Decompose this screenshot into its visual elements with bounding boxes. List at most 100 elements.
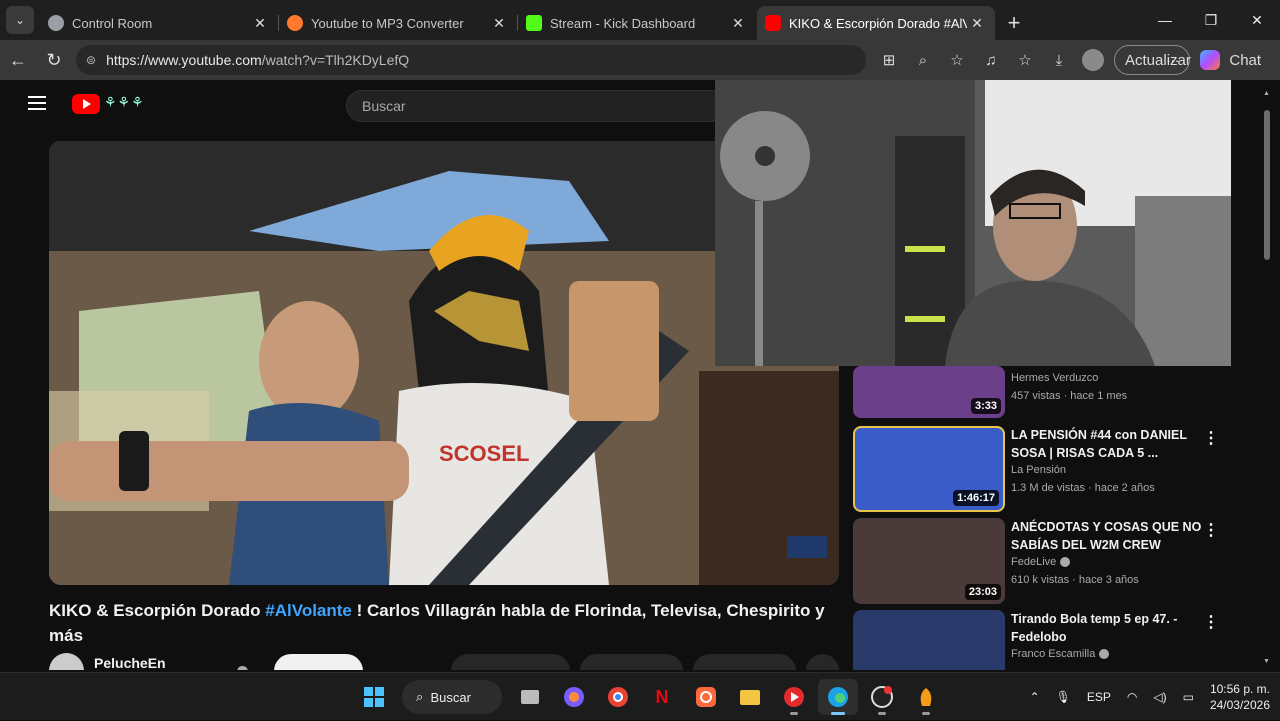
tab-title: Control Room xyxy=(72,15,153,31)
battery-icon[interactable]: ▭ xyxy=(1183,690,1194,704)
recommendation-item[interactable]: 3:33 Hermes Verduzco 457 vistas · hace 1… xyxy=(853,366,1268,418)
rec-meta: 457 vistas · hace 1 mes xyxy=(1011,390,1128,402)
copilot-icon[interactable] xyxy=(554,679,594,715)
share-button[interactable] xyxy=(579,654,683,670)
close-icon[interactable]: ✕ xyxy=(728,15,748,32)
wifi-icon[interactable]: ◠ xyxy=(1127,690,1137,704)
hashtag-link[interactable]: #AlVolante xyxy=(265,601,352,620)
reload-icon[interactable]: ↻ xyxy=(36,40,72,80)
youtube-logo-icon[interactable] xyxy=(72,94,100,114)
channel-row: PelucheEn ElEstuche xyxy=(49,653,839,670)
more-actions-button[interactable] xyxy=(805,654,839,670)
tab-actions-menu[interactable]: ⌄ xyxy=(0,0,40,40)
file-explorer-icon[interactable] xyxy=(730,679,770,715)
rec-channel[interactable]: Franco Escamilla xyxy=(1011,648,1110,660)
scroll-down-icon[interactable]: ▼ xyxy=(1263,658,1270,665)
webcam-image xyxy=(715,80,1231,366)
media-player-icon[interactable] xyxy=(774,679,814,715)
tab-control-room[interactable]: Control Room ✕ xyxy=(40,6,279,40)
menu-icon[interactable] xyxy=(28,96,46,110)
tab-youtube-mp3[interactable]: Youtube to MP3 Converter ✕ xyxy=(279,6,518,40)
video-thumbnail[interactable] xyxy=(853,610,1005,670)
downloads-icon[interactable]: ⤓ xyxy=(1042,52,1076,69)
close-icon[interactable]: ✕ xyxy=(489,15,509,32)
windows-taskbar: ⌕ Buscar N ⌃ 🎙 ESP ◠ ◁) ▭ 10:56 p. m. 24… xyxy=(0,672,1280,720)
favorites-icon[interactable]: ☆ xyxy=(1008,51,1042,69)
task-view-icon[interactable] xyxy=(510,679,550,715)
rec-channel[interactable]: Hermes Verduzco xyxy=(1011,372,1098,384)
url-path: /watch?v=Tlh2KDyLefQ xyxy=(261,52,410,68)
update-button[interactable]: Actualizar ··· xyxy=(1114,45,1191,75)
tab-kick-dashboard[interactable]: Stream - Kick Dashboard ✕ xyxy=(518,6,756,40)
taskbar-search[interactable]: ⌕ Buscar xyxy=(402,680,502,714)
rec-channel[interactable]: La Pensión xyxy=(1011,464,1066,476)
tab-title: Stream - Kick Dashboard xyxy=(550,15,696,31)
close-icon[interactable]: ✕ xyxy=(250,15,270,32)
address-bar[interactable]: ⊜ https://www.youtube.com/watch?v=Tlh2KD… xyxy=(76,45,866,75)
more-vert-icon[interactable]: ⋮ xyxy=(1203,612,1219,632)
clock-time: 10:56 p. m. xyxy=(1209,682,1270,696)
restore-icon[interactable]: ❐ xyxy=(1188,0,1234,40)
youtube-favicon-icon xyxy=(765,15,781,31)
tab-title: Youtube to MP3 Converter xyxy=(311,15,464,31)
favorite-star-icon[interactable]: ☆ xyxy=(940,51,974,69)
more-vert-icon[interactable]: ⋮ xyxy=(1203,520,1219,540)
recorder-app-icon[interactable] xyxy=(686,679,726,715)
verified-icon xyxy=(1060,557,1071,568)
svg-text:SCOSEL: SCOSEL xyxy=(439,441,529,466)
profile-avatar[interactable] xyxy=(1082,49,1104,71)
webcam-overlay xyxy=(715,80,1231,366)
scrollbar-thumb[interactable] xyxy=(1264,110,1270,260)
tab-youtube-video[interactable]: KIKO & Escorpión Dorado #AlVolante ✕ xyxy=(757,6,995,40)
volume-icon[interactable]: ◁) xyxy=(1153,690,1166,704)
duration-badge: 1:46:17 xyxy=(953,490,999,506)
chrome-icon[interactable] xyxy=(598,679,638,715)
download-button[interactable] xyxy=(692,654,796,670)
close-window-icon[interactable]: ✕ xyxy=(1234,0,1280,40)
site-info-icon[interactable]: ⊜ xyxy=(86,53,96,67)
video-thumbnail[interactable]: 3:33 xyxy=(853,366,1005,418)
scroll-up-icon[interactable]: ▲ xyxy=(1263,90,1270,97)
tab-favicon-icon xyxy=(48,15,64,31)
rec-channel[interactable]: FedeLive xyxy=(1011,556,1071,568)
verified-icon xyxy=(237,665,248,670)
apps-grid-icon[interactable]: ⊞ xyxy=(872,51,906,69)
back-icon[interactable]: ← xyxy=(0,40,36,80)
zoom-icon[interactable]: ⌕ xyxy=(906,52,940,69)
new-tab-button[interactable]: + xyxy=(996,6,1032,40)
edge-icon[interactable] xyxy=(818,679,858,715)
show-hidden-icons[interactable]: ⌃ xyxy=(1030,690,1040,704)
copilot-chat-button[interactable]: Chat xyxy=(1200,50,1262,70)
windows-start-icon[interactable] xyxy=(354,679,394,715)
recommendation-item[interactable]: 23:03 ANÉCDOTAS Y COSAS QUE NO SABÍAS DE… xyxy=(853,518,1268,604)
channel-name[interactable]: PelucheEn ElEstuche xyxy=(94,655,233,670)
search-input[interactable]: Buscar xyxy=(346,90,726,122)
more-vert-icon[interactable]: ⋮ xyxy=(1203,428,1219,448)
like-dislike-button[interactable] xyxy=(451,654,570,670)
address-toolbar: ← ↻ ⊜ https://www.youtube.com/watch?v=Tl… xyxy=(0,40,1280,80)
tab-title: KIKO & Escorpión Dorado #AlVolante xyxy=(789,15,967,31)
language-indicator[interactable]: ESP xyxy=(1087,690,1111,704)
microphone-icon[interactable]: 🎙 xyxy=(1056,690,1071,704)
recommendation-item[interactable]: 1:46:17 LA PENSIÓN #44 con DANIEL SOSA |… xyxy=(853,426,1268,512)
minimize-icon[interactable]: — xyxy=(1142,0,1188,40)
rec-title[interactable]: Tirando Bola temp 5 ep 47. - Fedelobo xyxy=(1011,610,1206,646)
taskbar-apps: ⌕ Buscar N xyxy=(352,679,948,715)
fl-studio-icon[interactable] xyxy=(906,679,946,715)
netflix-icon[interactable]: N xyxy=(642,679,682,715)
close-icon[interactable]: ✕ xyxy=(967,15,987,32)
video-thumbnail[interactable]: 23:03 xyxy=(853,518,1005,604)
clock[interactable]: 10:56 p. m. 24/03/2026 xyxy=(1210,681,1270,713)
channel-avatar[interactable] xyxy=(49,653,84,670)
rec-title[interactable]: LA PENSIÓN #44 con DANIEL SOSA | RISAS C… xyxy=(1011,426,1206,462)
rec-meta: 610 k vistas · hace 3 años xyxy=(1011,574,1139,586)
video-title: KIKO & Escorpión Dorado #AlVolante ! Car… xyxy=(49,601,825,645)
extensions-icon[interactable]: ♫ xyxy=(974,52,1008,69)
subscribe-button[interactable] xyxy=(273,654,364,670)
rec-title[interactable]: ANÉCDOTAS Y COSAS QUE NO SABÍAS DEL W2M … xyxy=(1011,518,1206,554)
recommendation-item[interactable]: Tirando Bola temp 5 ep 47. - Fedelobo Fr… xyxy=(853,610,1268,670)
page-scrollbar[interactable]: ▲ ▼ xyxy=(1263,90,1271,665)
obs-icon[interactable] xyxy=(862,679,902,715)
rec-meta: 1.3 M de vistas · hace 2 años xyxy=(1011,482,1155,494)
video-thumbnail[interactable]: 1:46:17 xyxy=(853,426,1005,512)
